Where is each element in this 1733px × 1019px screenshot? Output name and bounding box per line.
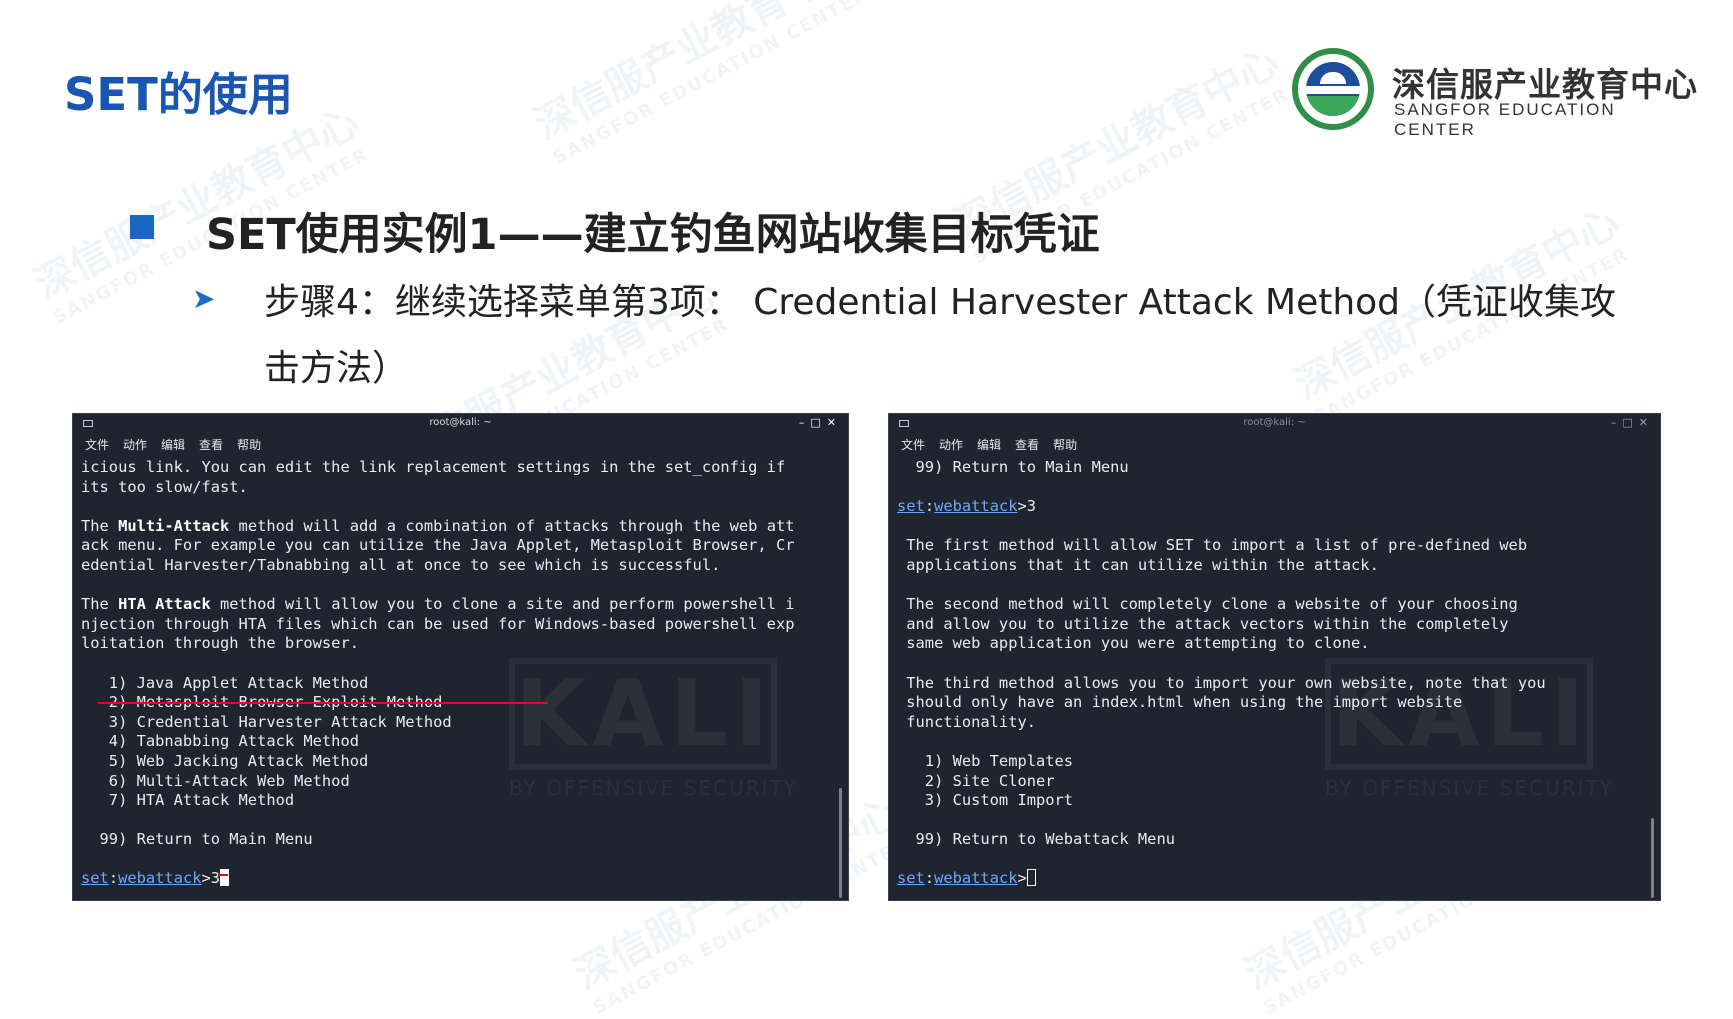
sangfor-emblem-icon xyxy=(1292,48,1374,130)
terminal-menubar: 文件 动作 编辑 查看 帮助 xyxy=(889,434,1660,454)
prompt-module: webattack xyxy=(118,869,202,888)
prompt-set: set xyxy=(81,869,109,888)
menu-action[interactable]: 动作 xyxy=(123,436,147,453)
highlight-underline xyxy=(98,702,548,704)
logo-english-text: SANGFOR EDUCATION CENTER xyxy=(1394,100,1616,139)
terminal-menubar: 文件 动作 编辑 查看 帮助 xyxy=(73,434,848,454)
menu-view[interactable]: 查看 xyxy=(1015,436,1039,453)
menu-option-7: 7) HTA Attack Method xyxy=(81,791,295,810)
close-icon[interactable]: ✕ xyxy=(827,416,842,429)
scrollbar[interactable] xyxy=(1651,818,1654,898)
menu-help[interactable]: 帮助 xyxy=(237,436,261,453)
return-webattack-option: 99) Return to Webattack Menu xyxy=(897,830,1175,849)
watermark: 深信服产业教育中心SANGFOR EDUCATION CENTER xyxy=(527,0,873,169)
terminal-body[interactable]: KALI BY OFFENSIVE SECURITY icious link. … xyxy=(73,458,848,900)
terminal-output: icious link. You can edit the link repla… xyxy=(81,458,795,888)
terminal-title: root@kali: ~ xyxy=(1243,417,1306,428)
prompt-module: webattack xyxy=(934,497,1018,516)
menu-edit[interactable]: 编辑 xyxy=(161,436,185,453)
option-web-templates: 1) Web Templates xyxy=(897,751,1074,770)
menu-option-99: 99) Return to Main Menu xyxy=(81,830,313,849)
terminal-window-right[interactable]: root@kali: ~ –□✕ 文件 动作 编辑 查看 帮助 KALI BY … xyxy=(888,413,1661,901)
terminal-title: root@kali: ~ xyxy=(429,417,492,428)
prompt-module: webattack xyxy=(934,869,1018,888)
slide-title: SET的使用 xyxy=(64,68,293,121)
sangfor-logo: 深信服产业教育中心 SANGFOR EDUCATION CENTER xyxy=(1292,48,1702,139)
menu-option-6: 6) Multi-Attack Web Method xyxy=(81,771,350,790)
terminal-output: 99) Return to Main Menu set:webattack>3 … xyxy=(897,458,1546,888)
close-icon[interactable]: ✕ xyxy=(1639,416,1654,429)
cursor xyxy=(220,869,230,887)
menu-file[interactable]: 文件 xyxy=(901,436,925,453)
terminal-body[interactable]: KALI BY OFFENSIVE SECURITY 99) Return to… xyxy=(889,458,1660,900)
menu-option-1: 1) Java Applet Attack Method xyxy=(81,673,369,692)
square-bullet-icon xyxy=(130,215,154,239)
menu-option-4: 4) Tabnabbing Attack Method xyxy=(81,732,359,751)
prompt-set: set xyxy=(897,497,925,516)
menu-edit[interactable]: 编辑 xyxy=(977,436,1001,453)
logo-chinese-text: 深信服产业教育中心 xyxy=(1392,65,1698,104)
input-underline xyxy=(218,874,228,876)
arrow-bullet-icon: ➤ xyxy=(192,282,216,315)
step-description: 步骤4：继续选择菜单第3项： Credential Harvester Atta… xyxy=(264,282,1617,389)
maximize-icon[interactable]: □ xyxy=(1622,416,1638,429)
terminal-titlebar[interactable]: root@kali: ~ –□✕ xyxy=(889,414,1660,434)
terminal-window-left[interactable]: root@kali: ~ –□✕ 文件 动作 编辑 查看 帮助 KALI BY … xyxy=(72,413,849,901)
minimize-icon[interactable]: – xyxy=(799,416,811,429)
window-controls: –□✕ xyxy=(799,416,842,429)
menu-action[interactable]: 动作 xyxy=(939,436,963,453)
command-input: 3 xyxy=(210,869,221,888)
scrollbar[interactable] xyxy=(839,788,842,898)
option-site-cloner: 2) Site Cloner xyxy=(897,771,1055,790)
maximize-icon[interactable]: □ xyxy=(810,416,826,429)
terminal-titlebar[interactable]: root@kali: ~ –□✕ xyxy=(73,414,848,434)
prompt-set: set xyxy=(897,869,925,888)
cursor xyxy=(1026,869,1036,887)
return-main-option: 99) Return to Main Menu xyxy=(897,458,1129,476)
menu-help[interactable]: 帮助 xyxy=(1053,436,1077,453)
section-heading: SET使用实例1——建立钓鱼网站收集目标凭证 xyxy=(206,210,1100,260)
minimize-icon[interactable]: – xyxy=(1611,416,1623,429)
menu-option-3: 3) Credential Harvester Attack Method xyxy=(81,712,452,731)
menu-file[interactable]: 文件 xyxy=(85,436,109,453)
menu-option-5: 5) Web Jacking Attack Method xyxy=(81,751,369,770)
menu-view[interactable]: 查看 xyxy=(199,436,223,453)
window-controls: –□✕ xyxy=(1611,416,1654,429)
option-custom-import: 3) Custom Import xyxy=(897,791,1074,810)
